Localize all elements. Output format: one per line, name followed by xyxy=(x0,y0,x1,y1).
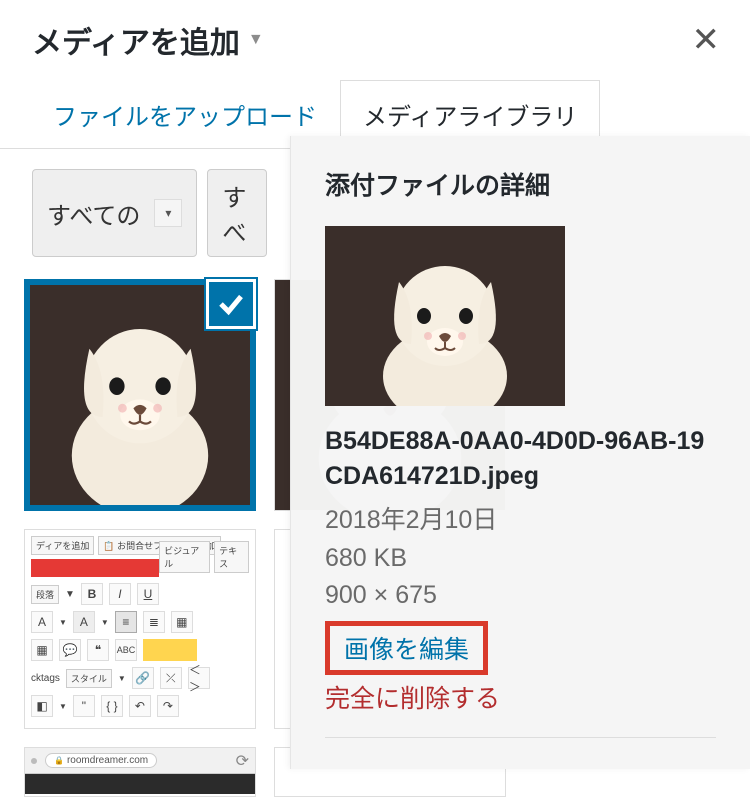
redo-icon: ↷ xyxy=(157,695,179,717)
bgcolor-icon: A xyxy=(73,611,95,633)
filter-type-select[interactable]: すべての ▾ xyxy=(32,169,197,257)
align-icon: ≡ xyxy=(115,611,137,633)
attachment-preview xyxy=(325,226,565,406)
check-icon xyxy=(206,279,256,329)
filter-date-select[interactable]: すべ xyxy=(207,169,267,257)
editor-screenshot: ディアを追加 📋 お問合せフォームを追加 ビジュアル テキス 段落 ▼ B I … xyxy=(25,530,255,728)
divider xyxy=(325,737,716,738)
code-icon: { } xyxy=(101,695,123,717)
link-icon: 🔗 xyxy=(132,667,154,689)
media-thumb[interactable] xyxy=(24,279,256,511)
filter-date-label: すべ xyxy=(222,178,252,248)
editor-addmedia-label: ディアを追加 xyxy=(31,536,94,555)
list-icon: ≣ xyxy=(143,611,165,633)
textcolor-icon: A xyxy=(31,611,53,633)
table-icon: ▦ xyxy=(31,639,53,661)
chat-icon: 💬 xyxy=(59,639,81,661)
unlink-icon: ⤫ xyxy=(160,667,182,689)
delete-permanently-link[interactable]: 完全に削除する xyxy=(325,679,716,715)
attachment-dimensions: 900 × 675 xyxy=(325,577,716,615)
attachment-details-heading: 添付ファイルの詳細 xyxy=(325,166,716,202)
undo-icon: ↶ xyxy=(129,695,151,717)
editor-highlight-red xyxy=(31,559,159,577)
modal-title[interactable]: メディアを追加 ▼ xyxy=(32,18,264,62)
attachment-date: 2018年2月10日 xyxy=(325,502,716,540)
close-icon[interactable]: ✕ xyxy=(692,23,721,57)
window-dot-icon xyxy=(31,758,37,764)
bold-icon: B xyxy=(81,583,103,605)
editor-paragraph-select: 段落 xyxy=(31,585,59,604)
quote2-icon: " xyxy=(73,695,95,717)
italic-icon: I xyxy=(109,583,131,605)
editor-text-tab: テキス xyxy=(214,541,249,573)
quote-icon: ❝ xyxy=(87,639,109,661)
modal-title-text: メディアを追加 xyxy=(32,18,240,62)
chevron-down-icon: ▼ xyxy=(248,31,264,49)
editor-visual-tab: ビジュアル xyxy=(159,541,210,573)
attachment-filesize: 680 KB xyxy=(325,540,716,578)
browser-url: roomdreamer.com xyxy=(67,755,148,766)
media-thumb[interactable]: ディアを追加 📋 お問合せフォームを追加 ビジュアル テキス 段落 ▼ B I … xyxy=(24,529,256,729)
media-thumb[interactable]: 🔒 roomdreamer.com ⟳ xyxy=(24,747,256,797)
underline-icon: U xyxy=(137,583,159,605)
attachment-filename: B54DE88A-0AA0-4D0D-96AB-19CDA614721D.jpe… xyxy=(325,424,716,494)
chevron-down-icon: ▾ xyxy=(154,199,182,227)
refresh-icon: ⟳ xyxy=(236,751,249,771)
cktags-label: cktags xyxy=(31,673,60,684)
spell-icon: ABC xyxy=(115,639,137,661)
eraser-icon: ◧ xyxy=(31,695,53,717)
editor-highlight-yellow xyxy=(143,639,197,661)
edit-image-link[interactable]: 画像を編集 xyxy=(325,621,488,675)
tag-icon: ＜＞ xyxy=(188,667,210,689)
lock-icon: 🔒 xyxy=(54,756,64,765)
browser-screenshot: 🔒 roomdreamer.com ⟳ xyxy=(25,748,255,796)
filter-type-label: すべての xyxy=(47,196,140,231)
editor-style-select: スタイル xyxy=(66,669,112,688)
table-icon: ▦ xyxy=(171,611,193,633)
attachment-details-panel: 添付ファイルの詳細 B54DE88A-0AA0-4D0D-96AB-19CDA6… xyxy=(290,136,750,769)
